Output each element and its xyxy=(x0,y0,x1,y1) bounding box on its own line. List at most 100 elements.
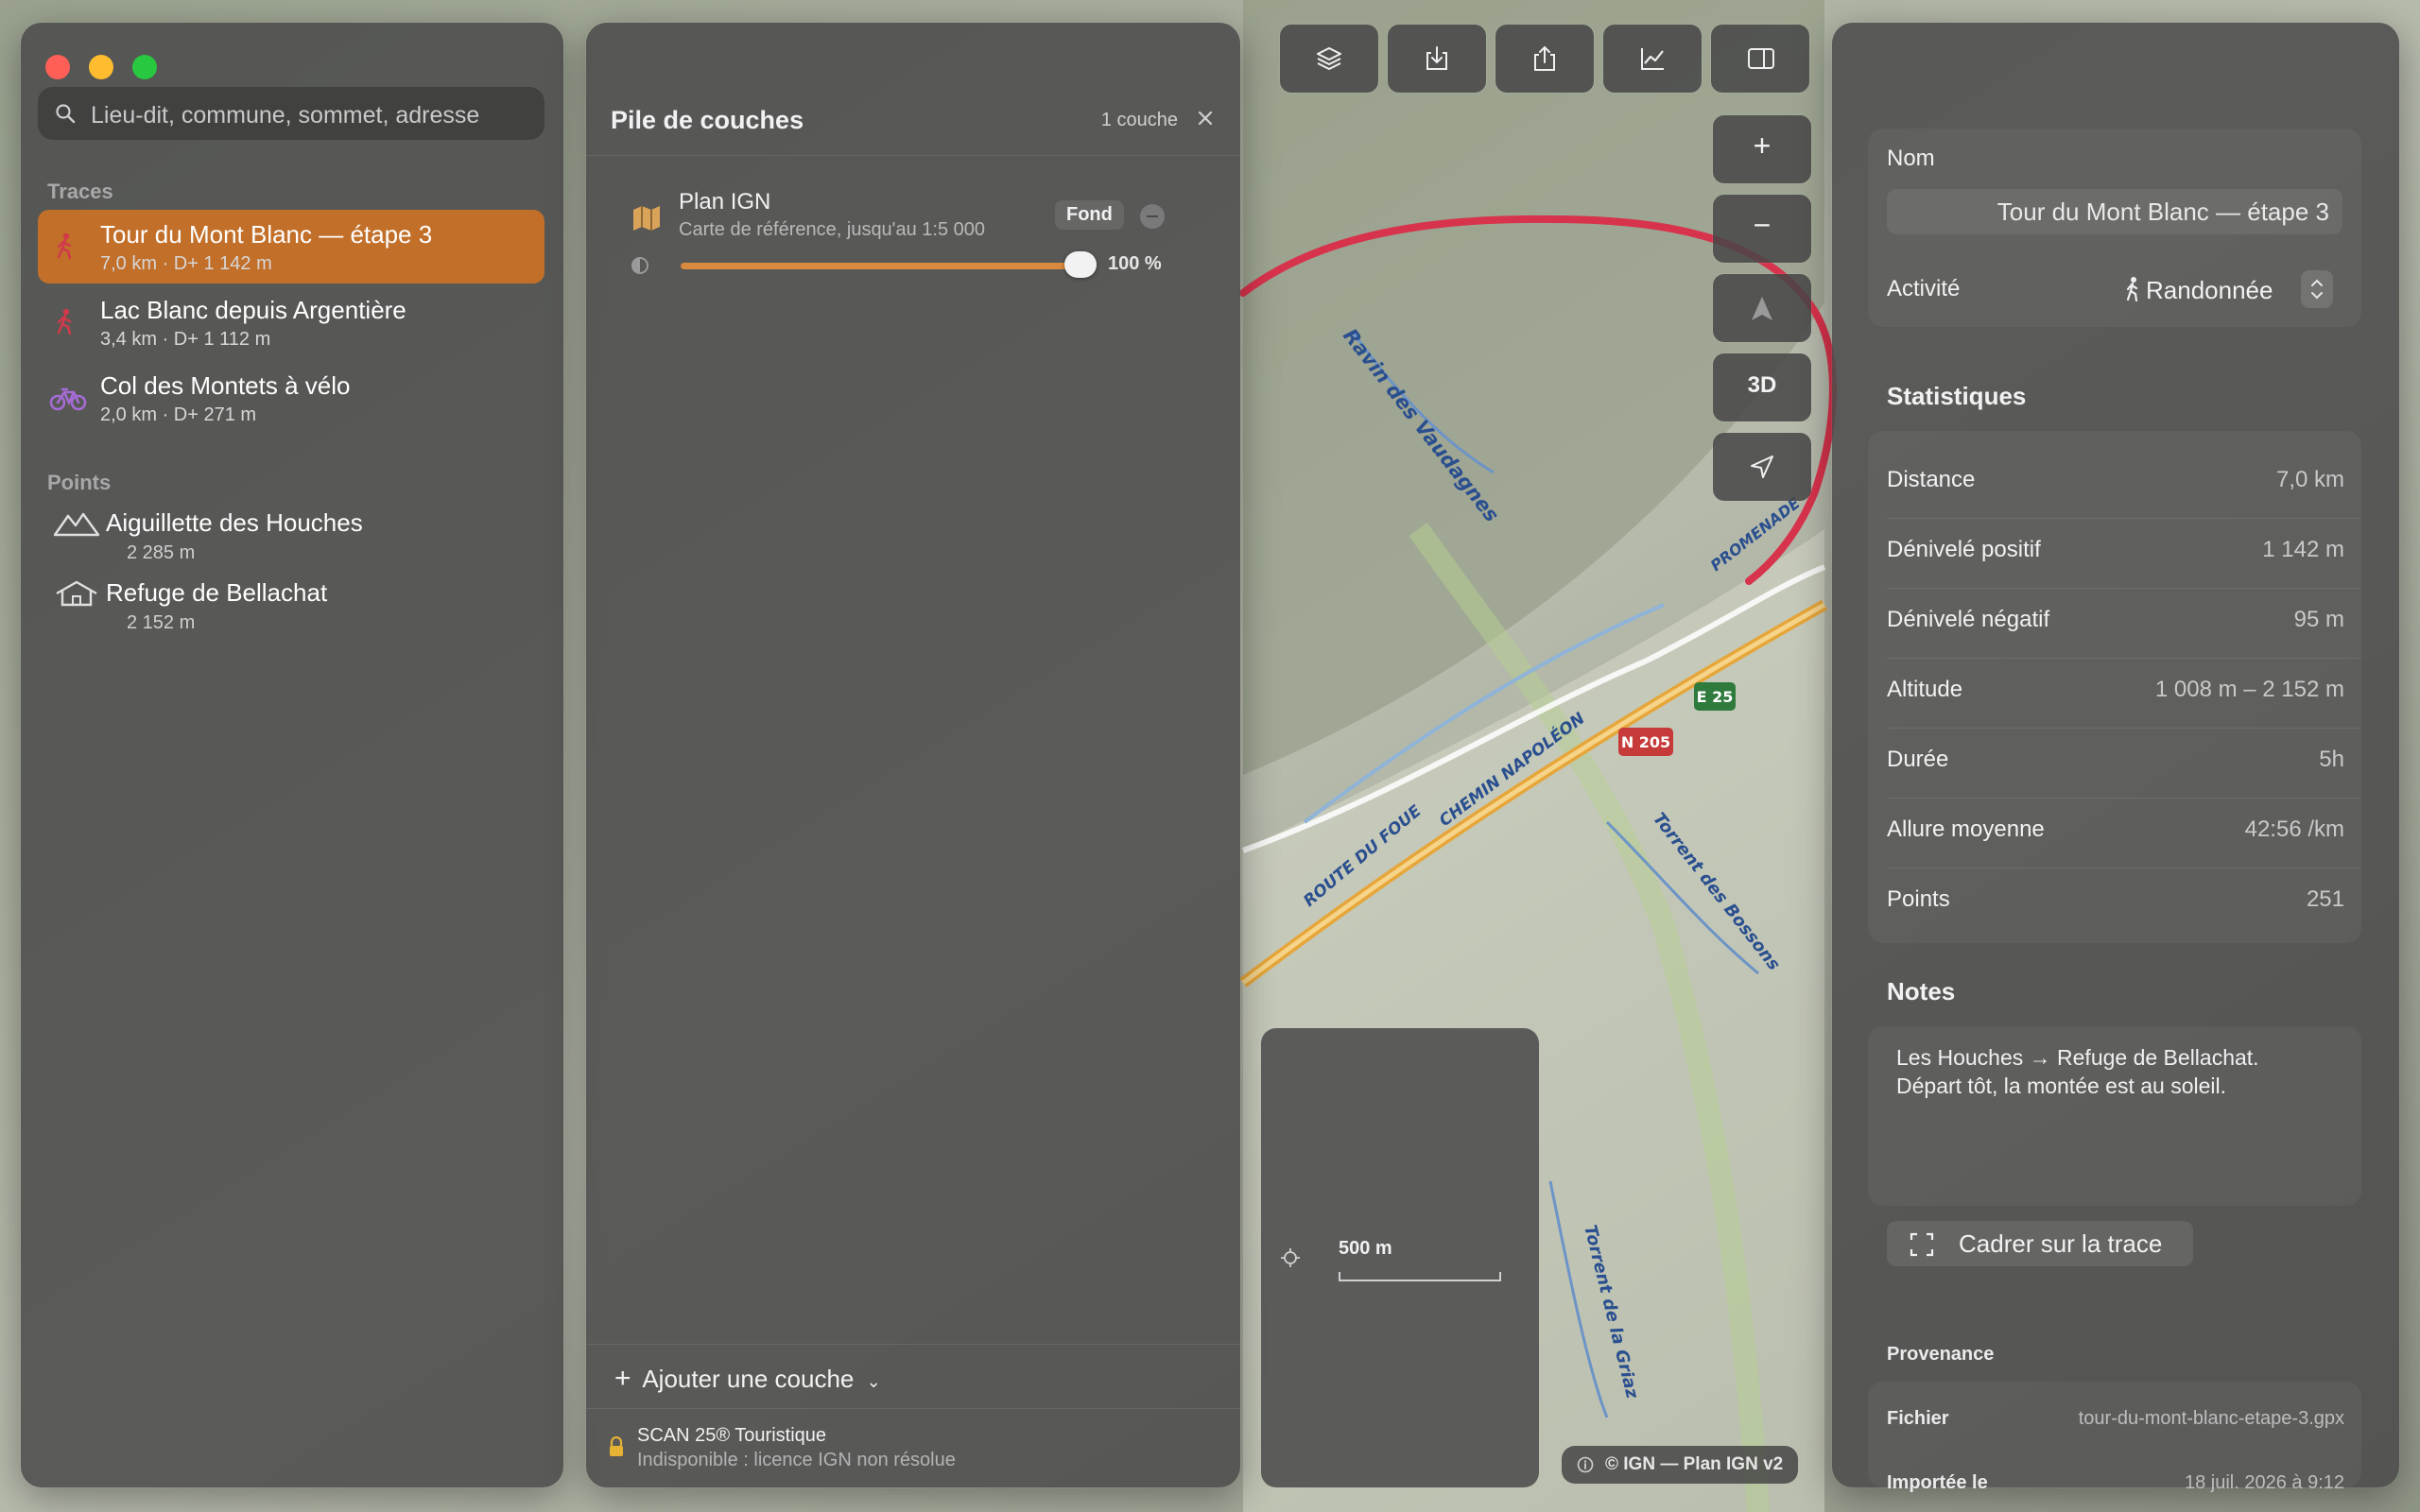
info-icon xyxy=(1577,1456,1594,1473)
stat-label: Allure moyenne xyxy=(1887,816,2045,842)
statistics-heading: Statistiques xyxy=(1887,382,2027,410)
import-button[interactable] xyxy=(1388,25,1486,93)
search-icon xyxy=(56,104,76,124)
name-field[interactable]: Tour du Mont Blanc — étape 3 xyxy=(1887,189,2342,234)
opacity-slider-handle[interactable] xyxy=(1064,251,1097,278)
frame-track-button[interactable]: Cadrer sur la trace xyxy=(1887,1221,2193,1266)
svg-text:E 25: E 25 xyxy=(1697,688,1734,706)
imported-value: 18 juil. 2026 à 9:12 xyxy=(2184,1472,2344,1493)
inspector-toggle-button[interactable] xyxy=(1711,25,1809,93)
points-heading: Points xyxy=(47,471,112,494)
hiker-icon xyxy=(57,308,72,335)
elevation-chart-button[interactable] xyxy=(1603,25,1702,93)
layer-subtitle: Carte de référence, jusqu'au 1:5 000 xyxy=(679,219,986,240)
remove-layer-button[interactable] xyxy=(1140,204,1165,229)
point-item[interactable]: Refuge de Bellachat 2 152 m xyxy=(38,573,544,641)
point-name: Refuge de Bellachat xyxy=(106,578,328,607)
layers-button[interactable] xyxy=(1280,25,1378,93)
plus-icon: + xyxy=(614,1363,631,1394)
frame-icon xyxy=(1910,1232,1934,1257)
chevron-up-down-icon xyxy=(2311,279,2323,300)
file-value: tour-du-mont-blanc-etape-3.gpx xyxy=(2078,1408,2344,1429)
overview-minimap[interactable]: 500 m xyxy=(1261,1028,1539,1487)
stat-divider xyxy=(1887,588,2361,589)
stat-value: 42:56 /km xyxy=(2244,816,2344,842)
trace-name: Lac Blanc depuis Argentière xyxy=(100,296,406,324)
bike-icon xyxy=(49,387,87,411)
locate-me-button[interactable] xyxy=(1713,433,1811,501)
scale-label: 500 m xyxy=(1339,1238,1392,1259)
inspector-panel: Nom Tour du Mont Blanc — étape 3 Activit… xyxy=(1832,23,2399,1493)
unavailable-layer-name: SCAN 25® Touristique xyxy=(637,1425,827,1446)
svg-text:N 205: N 205 xyxy=(1621,733,1670,751)
share-icon xyxy=(1534,45,1555,71)
stat-divider xyxy=(1887,728,2361,729)
zoom-out-button[interactable]: − xyxy=(1713,195,1811,263)
name-field-value: Tour du Mont Blanc — étape 3 xyxy=(1996,198,2329,226)
minimize-window-button[interactable] xyxy=(89,55,113,79)
trace-name: Tour du Mont Blanc — étape 3 xyxy=(100,220,433,249)
trace-name: Col des Montets à vélo xyxy=(100,371,351,400)
road-badge-n205: N 205 xyxy=(1618,728,1673,756)
sidebar: Lieu-dit, commune, sommet, adresse Trace… xyxy=(21,23,563,1487)
file-label: Fichier xyxy=(1887,1408,1949,1429)
stat-label: Altitude xyxy=(1887,677,1963,702)
stat-value: 1 142 m xyxy=(2262,537,2344,562)
layer-count: 1 couche xyxy=(1100,110,1178,130)
stat-value: 5h xyxy=(2319,747,2344,772)
hiker-icon xyxy=(2126,277,2138,302)
frame-track-label: Cadrer sur la trace xyxy=(1959,1229,2163,1258)
trace-meta: 7,0 km · D+ 1 142 m xyxy=(100,253,272,274)
notes-heading: Notes xyxy=(1887,977,1956,1005)
stat-label: Points xyxy=(1887,886,1950,912)
elevation-chart-icon xyxy=(1641,48,1664,70)
notes-text[interactable]: Les Houches → Refuge de Bellachat. Dépar… xyxy=(1896,1043,2341,1100)
attribution-text: © IGN — Plan IGN v2 xyxy=(1605,1454,1784,1474)
compass-button[interactable] xyxy=(1713,274,1811,342)
inspector-toggle-icon xyxy=(1748,48,1774,69)
add-layer-label: Ajouter une couche xyxy=(642,1365,855,1393)
stat-value: 95 m xyxy=(2293,607,2344,632)
divider xyxy=(586,155,1240,156)
opacity-slider[interactable] xyxy=(681,263,1097,269)
imported-label: Importée le xyxy=(1887,1472,1988,1493)
location-arrow-icon xyxy=(1751,455,1773,478)
provenance-heading: Provenance xyxy=(1887,1344,1995,1365)
summit-icon xyxy=(53,512,100,537)
trace-item[interactable]: Col des Montets à vélo 2,0 km · D+ 271 m xyxy=(38,361,544,435)
layers-icon xyxy=(1317,47,1341,70)
stat-divider xyxy=(1887,658,2361,659)
road-badge-e25: E 25 xyxy=(1694,682,1736,711)
stat-divider xyxy=(1887,798,2361,799)
layer-name: Plan IGN xyxy=(679,189,771,215)
point-name: Aiguillette des Houches xyxy=(106,508,363,537)
chevron-down-icon: ⌄ xyxy=(866,1372,881,1391)
activity-value: Randonnée xyxy=(2146,276,2273,304)
stat-label: Dénivelé négatif xyxy=(1887,607,2050,632)
share-button[interactable] xyxy=(1495,25,1594,93)
divider xyxy=(586,1408,1240,1409)
close-icon[interactable] xyxy=(1191,104,1219,132)
trace-item[interactable]: Lac Blanc depuis Argentière 3,4 km · D+ … xyxy=(38,285,544,359)
activity-label: Activité xyxy=(1887,276,1961,301)
refuge-icon xyxy=(56,580,97,607)
add-layer-button[interactable]: + Ajouter une couche ⌄ xyxy=(614,1363,881,1395)
minus-icon: − xyxy=(1753,208,1772,242)
point-item[interactable]: Aiguillette des Houches 2 285 m xyxy=(38,503,544,571)
search-input[interactable]: Lieu-dit, commune, sommet, adresse xyxy=(38,87,544,140)
zoom-in-button[interactable]: + xyxy=(1713,115,1811,183)
divider xyxy=(586,1344,1240,1345)
zoom-window-button[interactable] xyxy=(132,55,157,79)
stat-label: Dénivelé positif xyxy=(1887,537,2041,562)
close-window-button[interactable] xyxy=(45,55,70,79)
opacity-value: 100 % xyxy=(1108,253,1162,274)
activity-stepper[interactable] xyxy=(2301,270,2333,308)
import-icon xyxy=(1426,46,1447,70)
trace-item[interactable]: Tour du Mont Blanc — étape 3 7,0 km · D+… xyxy=(38,210,544,284)
stat-label: Durée xyxy=(1887,747,1949,772)
3d-toggle-button[interactable]: 3D xyxy=(1713,353,1811,421)
point-altitude: 2 152 m xyxy=(127,612,196,633)
map-attribution[interactable]: © IGN — Plan IGN v2 xyxy=(1562,1446,1799,1484)
layers-title: Pile de couches xyxy=(611,106,804,134)
name-label: Nom xyxy=(1887,146,1935,171)
